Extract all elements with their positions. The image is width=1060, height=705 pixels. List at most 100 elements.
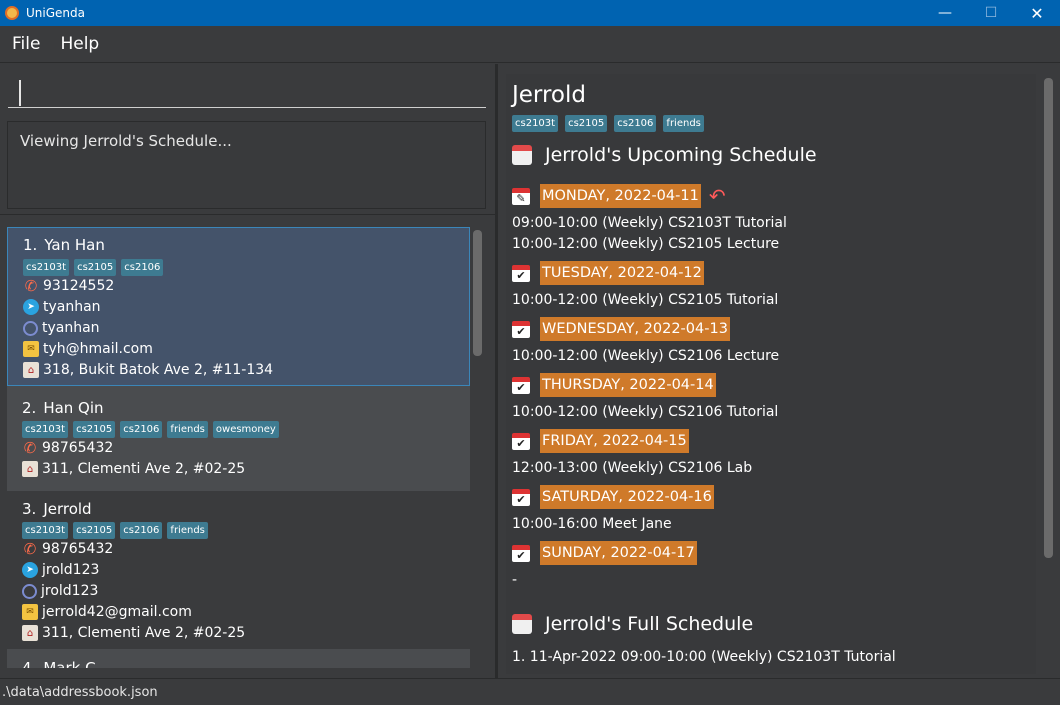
full-schedule-item: 1. 11-Apr-2022 09:00-10:00 (Weekly) CS21… — [512, 649, 896, 665]
tag: friends — [167, 421, 208, 438]
address-text: 311, Clementi Ave 2, #02-25 — [42, 625, 246, 641]
email-field: ✉ tyh@hmail.com — [23, 341, 153, 357]
day-header: ✔ WEDNESDAY, 2022-04-13 — [512, 317, 730, 341]
email-text: jerrold42@gmail.com — [42, 604, 192, 620]
day-header: ✔ TUESDAY, 2022-04-12 — [512, 261, 704, 285]
address-field: ⌂ 318, Bukit Batok Ave 2, #11-134 — [23, 362, 273, 378]
event-item: 10:00-16:00 Meet Jane — [512, 516, 672, 532]
email-icon: ✉ — [22, 604, 38, 620]
day-header: ✔ SUNDAY, 2022-04-17 — [512, 541, 697, 565]
home-icon: ⌂ — [22, 625, 38, 641]
address-field: ⌂ 311, Clementi Ave 2, #02-25 — [22, 625, 245, 641]
telegram-field: ➤ tyanhan — [23, 299, 101, 315]
full-schedule-header: Jerrold's Full Schedule — [512, 613, 753, 635]
tag: cs2106 — [614, 115, 657, 132]
person-card[interactable]: 4. Mark C — [7, 649, 470, 668]
status-bar: .\data\addressbook.json — [0, 678, 1060, 705]
undo-arrow-icon: ↶ — [708, 184, 726, 208]
person-index: 3. — [22, 500, 37, 518]
person-card[interactable]: 2. Han Qin cs2103t cs2105 cs2106 friends … — [7, 386, 470, 491]
email-field: ✉ jerrold42@gmail.com — [22, 604, 192, 620]
person-index: 2. — [22, 399, 37, 417]
maximize-button[interactable]: ☐ — [968, 0, 1014, 26]
github-icon — [22, 583, 37, 599]
address-text: 318, Bukit Batok Ave 2, #11-134 — [43, 362, 274, 378]
menu-file[interactable]: File — [12, 34, 40, 54]
calendar-check-icon: ✔ — [512, 488, 530, 506]
save-file-path: .\data\addressbook.json — [2, 685, 158, 700]
person-card[interactable]: 1. Yan Han cs2103t cs2105 cs2106 ✆ 9312455… — [7, 227, 470, 386]
tag: cs2106 — [120, 522, 163, 539]
person-name: 2. Han Qin — [22, 399, 104, 417]
home-icon: ⌂ — [22, 461, 38, 477]
phone-field: ✆ 93124552 — [23, 277, 115, 295]
day-label: THURSDAY, 2022-04-14 — [540, 373, 716, 397]
person-list[interactable]: 1. Yan Han cs2103t cs2105 cs2106 ✆ 9312455… — [7, 227, 470, 668]
calendar-edit-icon: ✎ — [512, 187, 530, 205]
github-field: jrold123 — [22, 583, 98, 599]
person-name: 1. Yan Han — [23, 236, 105, 254]
tag-list: cs2103t cs2105 cs2106 friends — [22, 522, 208, 539]
tag: cs2105 — [74, 259, 117, 276]
event-item: 10:00-12:00 (Weekly) CS2105 Tutorial — [512, 292, 779, 308]
calendar-check-icon: ✔ — [512, 544, 530, 562]
day-label: WEDNESDAY, 2022-04-13 — [540, 317, 730, 341]
event-item: 09:00-10:00 (Weekly) CS2103T Tutorial — [512, 215, 787, 231]
calendar-check-icon: ✔ — [512, 264, 530, 282]
person-card[interactable]: 3. Jerrold cs2103t cs2105 cs2106 friends … — [7, 491, 470, 649]
close-button[interactable]: ✕ — [1014, 0, 1060, 26]
menu-bar: File Help — [0, 26, 1060, 63]
telegram-icon: ➤ — [22, 562, 38, 578]
person-name-text: Jerrold — [43, 500, 92, 518]
tag: cs2105 — [73, 522, 116, 539]
app-logo-icon — [5, 6, 19, 20]
schedule-person-name: Jerrold — [512, 82, 586, 108]
day-label: MONDAY, 2022-04-11 — [540, 184, 701, 208]
address-text: 311, Clementi Ave 2, #02-25 — [42, 461, 246, 477]
person-list-scrollbar[interactable] — [473, 230, 482, 356]
event-item: 10:00-12:00 (Weekly) CS2106 Lecture — [512, 348, 780, 364]
person-name: 3. Jerrold — [22, 500, 92, 518]
tag-list: cs2103t cs2105 cs2106 — [23, 259, 164, 276]
tag: cs2105 — [565, 115, 608, 132]
event-item: - — [512, 572, 518, 588]
home-icon: ⌂ — [23, 362, 39, 378]
tag: cs2106 — [120, 421, 163, 438]
person-name-text: Yan Han — [44, 236, 105, 254]
email-text: tyh@hmail.com — [43, 341, 153, 357]
phone-icon: ✆ — [23, 540, 37, 558]
day-header: ✎ MONDAY, 2022-04-11 ↶ — [512, 184, 726, 208]
phone-text: 98765432 — [42, 440, 114, 456]
upcoming-schedule-title: Jerrold's Upcoming Schedule — [545, 144, 817, 166]
telegram-field: ➤ jrold123 — [22, 562, 99, 578]
tag: friends — [167, 522, 208, 539]
day-label: TUESDAY, 2022-04-12 — [540, 261, 704, 285]
calendar-check-icon: ✔ — [512, 320, 530, 338]
command-input[interactable] — [8, 70, 486, 108]
github-icon — [23, 320, 38, 336]
calendar-icon — [512, 145, 532, 165]
day-label: FRIDAY, 2022-04-15 — [540, 429, 689, 453]
person-name: 4. Mark C — [22, 659, 96, 668]
github-text: tyanhan — [42, 320, 100, 336]
tag: cs2103t — [22, 522, 69, 539]
phone-icon: ✆ — [24, 277, 38, 295]
tag: cs2106 — [121, 259, 164, 276]
full-schedule-title: Jerrold's Full Schedule — [545, 613, 754, 635]
github-field: tyanhan — [23, 320, 100, 336]
schedule-scrollbar[interactable] — [1044, 78, 1053, 558]
menu-help[interactable]: Help — [60, 34, 99, 54]
github-text: jrold123 — [41, 583, 99, 599]
telegram-text: tyanhan — [43, 299, 101, 315]
day-label: SUNDAY, 2022-04-17 — [540, 541, 697, 565]
minimize-button[interactable]: — — [922, 0, 968, 26]
app-window: UniGenda — ☐ ✕ File Help Viewing Jerrold… — [0, 0, 1060, 705]
result-display: Viewing Jerrold's Schedule... — [7, 121, 486, 209]
telegram-icon: ➤ — [23, 299, 39, 315]
person-index: 4. — [22, 659, 37, 668]
divider — [0, 214, 495, 215]
calendar-check-icon: ✔ — [512, 432, 530, 450]
tag: owesmoney — [212, 421, 279, 438]
event-item: 12:00-13:00 (Weekly) CS2106 Lab — [512, 460, 753, 476]
calendar-icon — [512, 614, 532, 634]
